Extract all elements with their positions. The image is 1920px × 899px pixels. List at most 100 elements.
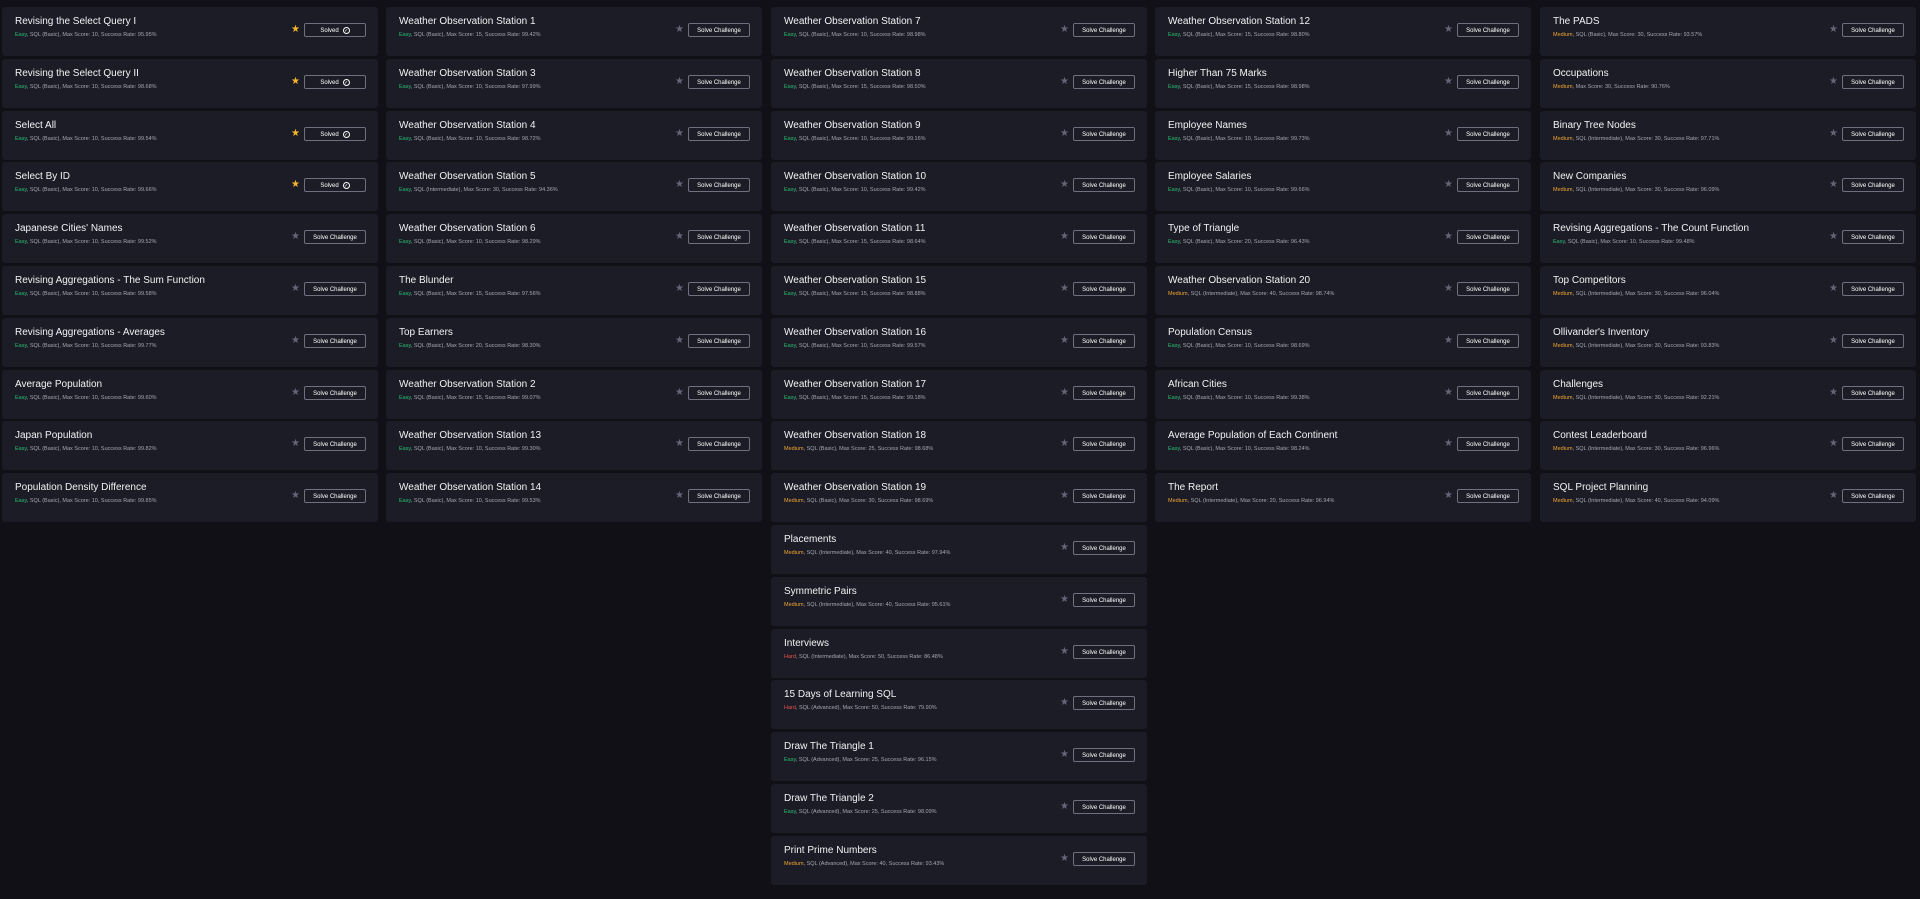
solve-challenge-button[interactable]: Solve Challenge [1457,333,1519,348]
challenge-title[interactable]: Weather Observation Station 12 [1168,15,1310,28]
solve-challenge-button[interactable]: Solve Challenge [1073,281,1135,296]
challenge-title[interactable]: Draw The Triangle 2 [784,792,874,805]
solve-challenge-button[interactable]: Solve Challenge [1457,385,1519,400]
solve-challenge-button[interactable]: Solve Challenge [1842,126,1904,141]
solve-challenge-button[interactable]: Solve Challenge [688,385,750,400]
challenge-title[interactable]: Revising the Select Query I [15,15,136,28]
solve-challenge-button[interactable]: Solve Challenge [688,126,750,141]
challenge-title[interactable]: Select All [15,119,56,132]
star-icon[interactable]: ★ [1060,179,1069,191]
challenge-title[interactable]: New Companies [1553,170,1626,183]
challenge-title[interactable]: Japan Population [15,429,92,442]
star-icon[interactable]: ★ [291,231,300,243]
star-icon[interactable]: ★ [1060,646,1069,658]
challenge-title[interactable]: Weather Observation Station 18 [784,429,926,442]
star-icon[interactable]: ★ [1060,853,1069,865]
star-icon[interactable]: ★ [1060,438,1069,450]
star-icon[interactable]: ★ [1829,490,1838,502]
star-icon[interactable]: ★ [675,335,684,347]
challenge-title[interactable]: The PADS [1553,15,1600,28]
solve-challenge-button[interactable]: Solve Challenge [1073,333,1135,348]
challenge-title[interactable]: Top Competitors [1553,274,1626,287]
star-icon[interactable]: ★ [675,490,684,502]
challenge-title[interactable]: Weather Observation Station 3 [399,67,536,80]
star-icon[interactable]: ★ [291,128,300,140]
challenge-title[interactable]: Weather Observation Station 16 [784,326,926,339]
challenge-title[interactable]: Weather Observation Station 1 [399,15,536,28]
solve-challenge-button[interactable]: Solve Challenge [1842,333,1904,348]
challenge-title[interactable]: Top Earners [399,326,453,339]
solve-challenge-button[interactable]: Solve Challenge [1842,230,1904,245]
challenge-title[interactable]: Weather Observation Station 11 [784,222,925,235]
solve-challenge-button[interactable]: Solve Challenge [1842,23,1904,37]
star-icon[interactable]: ★ [291,387,300,399]
solve-challenge-button[interactable]: Solve Challenge [1073,437,1135,452]
challenge-title[interactable]: The Report [1168,481,1218,494]
challenge-title[interactable]: Weather Observation Station 19 [784,481,926,494]
solve-challenge-button[interactable]: Solve Challenge [688,281,750,296]
solve-challenge-button[interactable]: Solve Challenge [1073,799,1135,814]
solve-challenge-button[interactable]: Solve Challenge [1842,489,1904,504]
star-icon[interactable]: ★ [1060,231,1069,243]
challenge-title[interactable]: Employee Salaries [1168,170,1251,183]
solve-challenge-button[interactable]: Solve Challenge [304,230,366,245]
solve-challenge-button[interactable]: Solve Challenge [688,437,750,452]
solve-challenge-button[interactable]: Solve Challenge [1073,851,1135,866]
challenge-title[interactable]: Weather Observation Station 15 [784,274,926,287]
star-icon[interactable]: ★ [1829,76,1838,88]
star-icon[interactable]: ★ [1444,335,1453,347]
solve-challenge-button[interactable]: Solve Challenge [688,333,750,348]
challenge-title[interactable]: Challenges [1553,378,1603,391]
solve-challenge-button[interactable]: Solve Challenge [1457,74,1519,89]
star-icon[interactable]: ★ [1444,387,1453,399]
star-icon[interactable]: ★ [1060,76,1069,88]
solve-challenge-button[interactable]: Solve Challenge [1457,230,1519,245]
solve-challenge-button[interactable]: Solve Challenge [304,333,366,348]
star-icon[interactable]: ★ [1444,24,1453,36]
star-icon[interactable]: ★ [675,128,684,140]
star-icon[interactable]: ★ [1060,801,1069,813]
challenge-title[interactable]: Revising Aggregations - Averages [15,326,165,339]
star-icon[interactable]: ★ [1060,542,1069,554]
star-icon[interactable]: ★ [1444,490,1453,502]
challenge-title[interactable]: Revising the Select Query II [15,67,139,80]
challenge-title[interactable]: Population Census [1168,326,1252,339]
challenge-title[interactable]: Revising Aggregations - The Sum Function [15,274,205,287]
star-icon[interactable]: ★ [1060,387,1069,399]
solve-challenge-button[interactable]: Solve Challenge [1842,437,1904,452]
solve-challenge-button[interactable]: Solve Challenge [1073,23,1135,37]
solved-button[interactable]: Solved ✓ [304,74,366,89]
solve-challenge-button[interactable]: Solve Challenge [1842,178,1904,193]
star-icon[interactable]: ★ [675,231,684,243]
challenge-title[interactable]: Ollivander's Inventory [1553,326,1649,339]
challenge-title[interactable]: 15 Days of Learning SQL [784,688,896,701]
solve-challenge-button[interactable]: Solve Challenge [304,489,366,504]
challenge-title[interactable]: Interviews [784,637,829,650]
star-icon[interactable]: ★ [675,387,684,399]
challenge-title[interactable]: Weather Observation Station 9 [784,119,921,132]
star-icon[interactable]: ★ [1829,438,1838,450]
star-icon[interactable]: ★ [291,438,300,450]
solve-challenge-button[interactable]: Solve Challenge [1457,126,1519,141]
solve-challenge-button[interactable]: Solve Challenge [1457,281,1519,296]
challenge-title[interactable]: Japanese Cities' Names [15,222,123,235]
challenge-title[interactable]: Weather Observation Station 6 [399,222,536,235]
star-icon[interactable]: ★ [675,179,684,191]
solve-challenge-button[interactable]: Solve Challenge [1842,385,1904,400]
solve-challenge-button[interactable]: Solve Challenge [1073,644,1135,659]
solve-challenge-button[interactable]: Solve Challenge [1073,540,1135,555]
challenge-title[interactable]: Weather Observation Station 2 [399,378,536,391]
solve-challenge-button[interactable]: Solve Challenge [304,385,366,400]
star-icon[interactable]: ★ [1060,697,1069,709]
star-icon[interactable]: ★ [1060,749,1069,761]
star-icon[interactable]: ★ [1829,128,1838,140]
solve-challenge-button[interactable]: Solve Challenge [688,23,750,37]
star-icon[interactable]: ★ [291,76,300,88]
star-icon[interactable]: ★ [1829,335,1838,347]
star-icon[interactable]: ★ [1829,387,1838,399]
challenge-title[interactable]: Weather Observation Station 7 [784,15,921,28]
challenge-title[interactable]: Weather Observation Station 4 [399,119,536,132]
challenge-title[interactable]: Weather Observation Station 5 [399,170,536,183]
star-icon[interactable]: ★ [1444,283,1453,295]
solve-challenge-button[interactable]: Solve Challenge [688,74,750,89]
